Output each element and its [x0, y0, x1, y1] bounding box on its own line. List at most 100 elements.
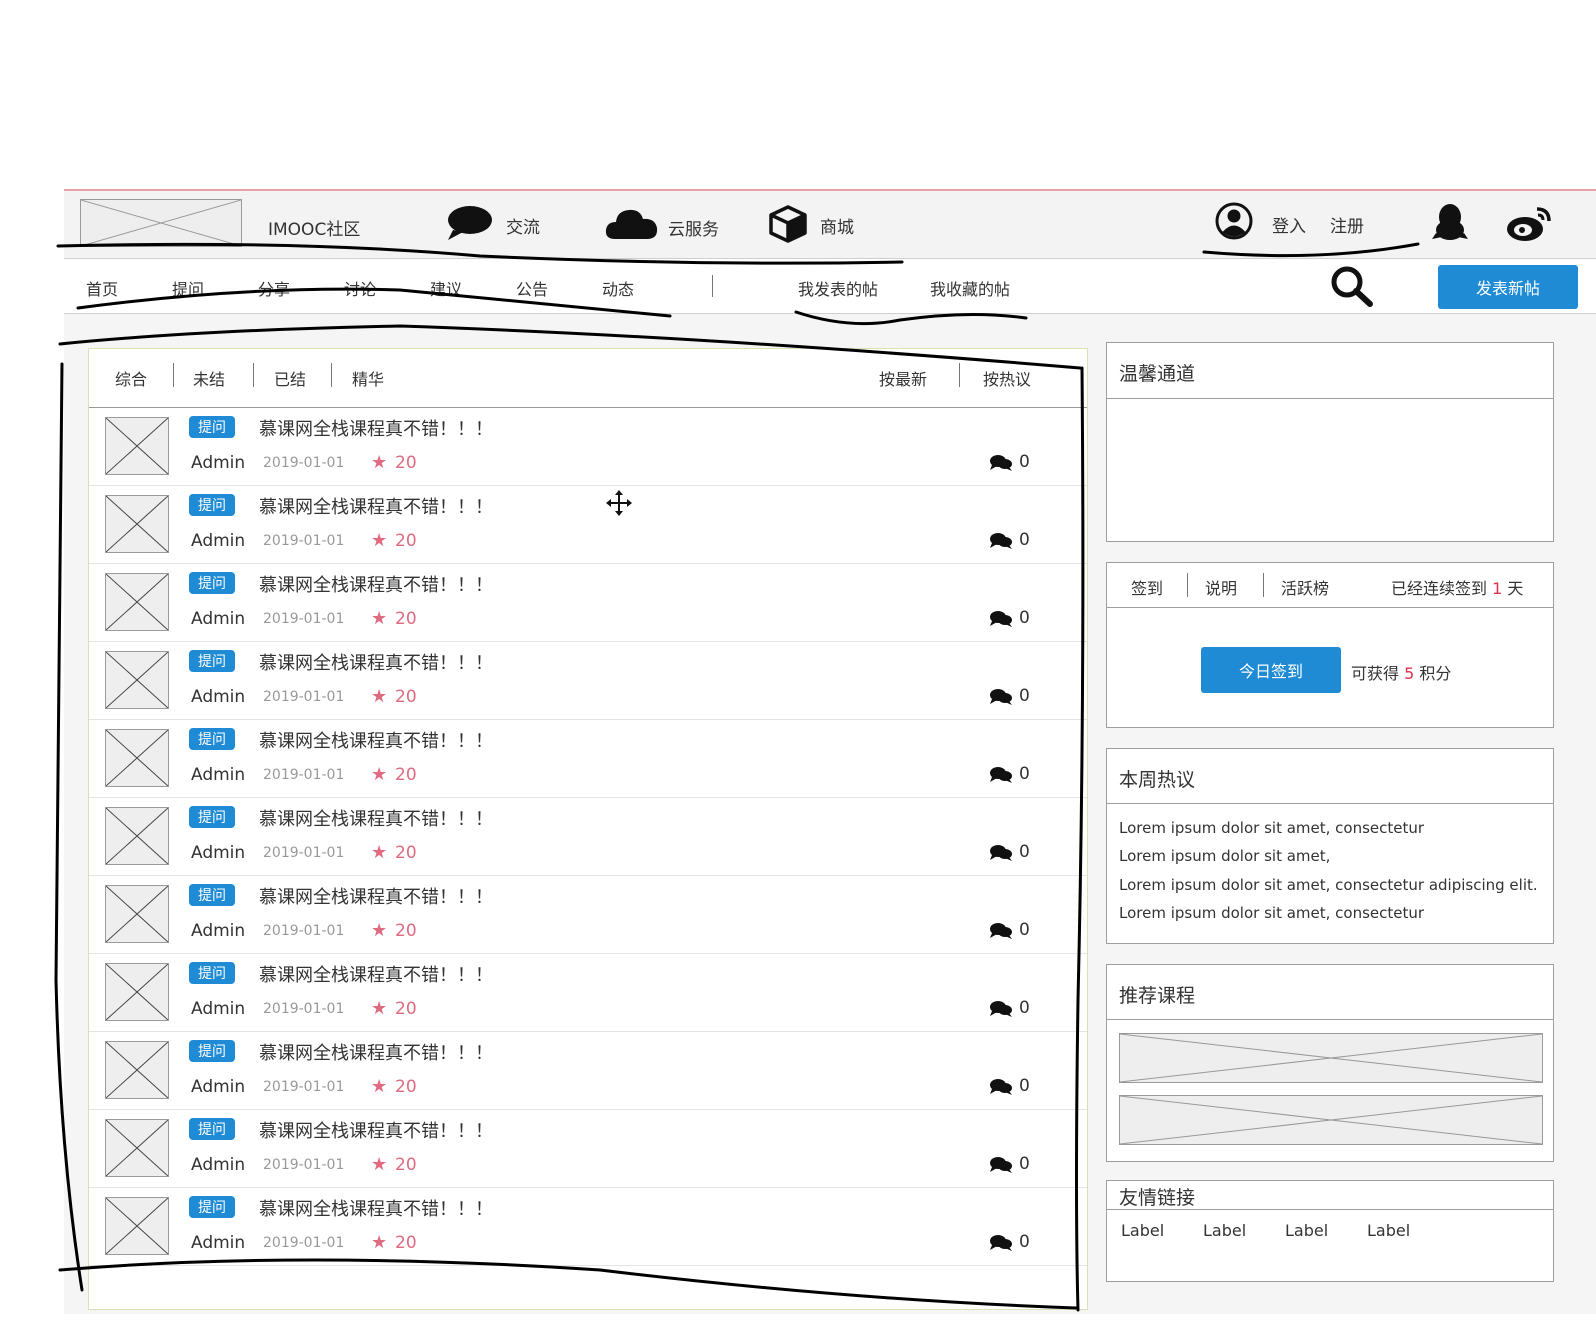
post-thumbnail-image[interactable]	[105, 495, 169, 553]
post-thumbnail-image[interactable]	[105, 1119, 169, 1177]
nav-cloud-service-link[interactable]: 云服务	[668, 215, 719, 240]
chat-bubble-icon[interactable]	[444, 203, 494, 243]
post-row[interactable]: 提问 慕课网全栈课程真不错！！！ Admin 2019-01-01 ★ 20 0	[89, 407, 1087, 486]
post-row[interactable]: 提问 慕课网全栈课程真不错！！！ Admin 2019-01-01 ★ 20 0	[89, 563, 1087, 642]
post-row[interactable]: 提问 慕课网全栈课程真不错！！！ Admin 2019-01-01 ★ 20 0	[89, 1031, 1087, 1110]
post-thumbnail-image[interactable]	[105, 651, 169, 709]
post-tag-badge[interactable]: 提问	[189, 884, 235, 906]
post-row[interactable]: 提问 慕课网全栈课程真不错！！！ Admin 2019-01-01 ★ 20 0	[89, 641, 1087, 720]
post-author[interactable]: Admin	[191, 453, 245, 473]
post-row[interactable]: 提问 慕课网全栈课程真不错！！！ Admin 2019-01-01 ★ 20 0	[89, 1109, 1087, 1188]
nav-share[interactable]: 分享	[258, 276, 290, 300]
nav-announcement[interactable]: 公告	[516, 276, 548, 300]
filter-all[interactable]: 综合	[115, 366, 147, 390]
friend-link-label[interactable]: Label	[1121, 1221, 1164, 1240]
nav-my-favorites[interactable]: 我收藏的帖	[930, 276, 1010, 300]
post-title-link[interactable]: 慕课网全栈课程真不错！！！	[259, 571, 493, 597]
weibo-icon[interactable]	[1504, 201, 1556, 245]
nav-suggest[interactable]: 建议	[430, 276, 462, 300]
post-row[interactable]: 提问 慕课网全栈课程真不错！！！ Admin 2019-01-01 ★ 20 0	[89, 719, 1087, 798]
post-thumbnail-image[interactable]	[105, 1041, 169, 1099]
course-banner-image[interactable]	[1119, 1095, 1543, 1145]
post-tag-badge[interactable]: 提问	[189, 650, 235, 672]
post-author[interactable]: Admin	[191, 1077, 245, 1097]
post-row[interactable]: 提问 慕课网全栈课程真不错！！！ Admin 2019-01-01 ★ 20 0	[89, 953, 1087, 1032]
friend-link-label[interactable]: Label	[1367, 1221, 1410, 1240]
post-thumbnail-image[interactable]	[105, 807, 169, 865]
post-thumbnail-image[interactable]	[105, 729, 169, 787]
post-tag-badge[interactable]: 提问	[189, 1118, 235, 1140]
active-ranking-tab[interactable]: 活跃榜	[1281, 575, 1329, 599]
post-author[interactable]: Admin	[191, 921, 245, 941]
nav-exchange-link[interactable]: 交流	[506, 213, 540, 238]
post-title-link[interactable]: 慕课网全栈课程真不错！！！	[259, 961, 493, 987]
user-circle-icon[interactable]	[1212, 199, 1256, 243]
nav-home[interactable]: 首页	[86, 276, 118, 300]
post-title-link[interactable]: 慕课网全栈课程真不错！！！	[259, 415, 493, 441]
friend-link-label[interactable]: Label	[1203, 1221, 1246, 1240]
friend-link-label[interactable]: Label	[1285, 1221, 1328, 1240]
hot-topic-link[interactable]: Lorem ipsum dolor sit amet,	[1119, 847, 1330, 865]
post-title-link[interactable]: 慕课网全栈课程真不错！！！	[259, 727, 493, 753]
post-tag-badge[interactable]: 提问	[189, 416, 235, 438]
post-tag-badge[interactable]: 提问	[189, 494, 235, 516]
post-title-link[interactable]: 慕课网全栈课程真不错！！！	[259, 1195, 493, 1221]
checkin-today-button[interactable]: 今日签到	[1201, 647, 1341, 693]
post-thumbnail-image[interactable]	[105, 417, 169, 475]
checkin-tab[interactable]: 签到	[1131, 575, 1163, 599]
post-row[interactable]: 提问 慕课网全栈课程真不错！！！ Admin 2019-01-01 ★ 20 0	[89, 485, 1087, 564]
post-row[interactable]: 提问 慕课网全栈课程真不错！！！ Admin 2019-01-01 ★ 20 0	[89, 1187, 1087, 1266]
nav-shop-link[interactable]: 商城	[820, 213, 854, 238]
post-thumbnail-image[interactable]	[105, 1197, 169, 1255]
post-tag-badge[interactable]: 提问	[189, 962, 235, 984]
post-author[interactable]: Admin	[191, 609, 245, 629]
hot-topic-link[interactable]: Lorem ipsum dolor sit amet, consectetur …	[1119, 876, 1538, 894]
post-tag-badge[interactable]: 提问	[189, 806, 235, 828]
nav-activity[interactable]: 动态	[602, 276, 634, 300]
post-title-link[interactable]: 慕课网全栈课程真不错！！！	[259, 649, 493, 675]
post-thumbnail-image[interactable]	[105, 573, 169, 631]
post-author[interactable]: Admin	[191, 687, 245, 707]
post-tag-badge[interactable]: 提问	[189, 1040, 235, 1062]
post-author[interactable]: Admin	[191, 531, 245, 551]
post-thumbnail-image[interactable]	[105, 885, 169, 943]
nav-questions[interactable]: 提问	[172, 276, 204, 300]
post-thumbnail-image[interactable]	[105, 963, 169, 1021]
post-tag-badge[interactable]: 提问	[189, 728, 235, 750]
checkin-help-tab[interactable]: 说明	[1205, 575, 1237, 599]
hot-topic-link[interactable]: Lorem ipsum dolor sit amet, consectetur	[1119, 819, 1424, 837]
sort-newest[interactable]: 按最新	[879, 366, 927, 390]
post-title-link[interactable]: 慕课网全栈课程真不错！！！	[259, 883, 493, 909]
qq-icon[interactable]	[1430, 201, 1470, 245]
hot-topic-link[interactable]: Lorem ipsum dolor sit amet, consectetur	[1119, 904, 1424, 922]
site-name[interactable]: IMOOC社区	[268, 215, 360, 240]
nav-my-posts[interactable]: 我发表的帖	[798, 276, 878, 300]
post-author[interactable]: Admin	[191, 1155, 245, 1175]
filter-featured[interactable]: 精华	[352, 366, 384, 390]
login-link[interactable]: 登入	[1272, 212, 1306, 237]
post-tag-badge[interactable]: 提问	[189, 1196, 235, 1218]
post-title-link[interactable]: 慕课网全栈课程真不错！！！	[259, 1117, 493, 1143]
post-author[interactable]: Admin	[191, 999, 245, 1019]
filter-bar: 综合 未结 已结 精华 按最新 按热议	[89, 349, 1087, 408]
register-link[interactable]: 注册	[1330, 212, 1364, 237]
search-icon[interactable]	[1328, 263, 1376, 309]
course-banner-image[interactable]	[1119, 1033, 1543, 1083]
sort-hottest[interactable]: 按热议	[983, 366, 1031, 390]
cloud-icon[interactable]	[604, 203, 660, 243]
logo-placeholder-image[interactable]	[80, 199, 242, 247]
filter-unresolved[interactable]: 未结	[193, 366, 225, 390]
post-author[interactable]: Admin	[191, 1233, 245, 1253]
post-author[interactable]: Admin	[191, 843, 245, 863]
publish-new-post-button[interactable]: 发表新帖	[1438, 265, 1578, 309]
filter-resolved[interactable]: 已结	[274, 366, 306, 390]
post-row[interactable]: 提问 慕课网全栈课程真不错！！！ Admin 2019-01-01 ★ 20 0	[89, 797, 1087, 876]
nav-discuss[interactable]: 讨论	[344, 276, 376, 300]
post-tag-badge[interactable]: 提问	[189, 572, 235, 594]
box-icon[interactable]	[766, 203, 810, 245]
post-author[interactable]: Admin	[191, 765, 245, 785]
post-row[interactable]: 提问 慕课网全栈课程真不错！！！ Admin 2019-01-01 ★ 20 0	[89, 875, 1087, 954]
post-title-link[interactable]: 慕课网全栈课程真不错！！！	[259, 493, 493, 519]
post-title-link[interactable]: 慕课网全栈课程真不错！！！	[259, 805, 493, 831]
post-title-link[interactable]: 慕课网全栈课程真不错！！！	[259, 1039, 493, 1065]
